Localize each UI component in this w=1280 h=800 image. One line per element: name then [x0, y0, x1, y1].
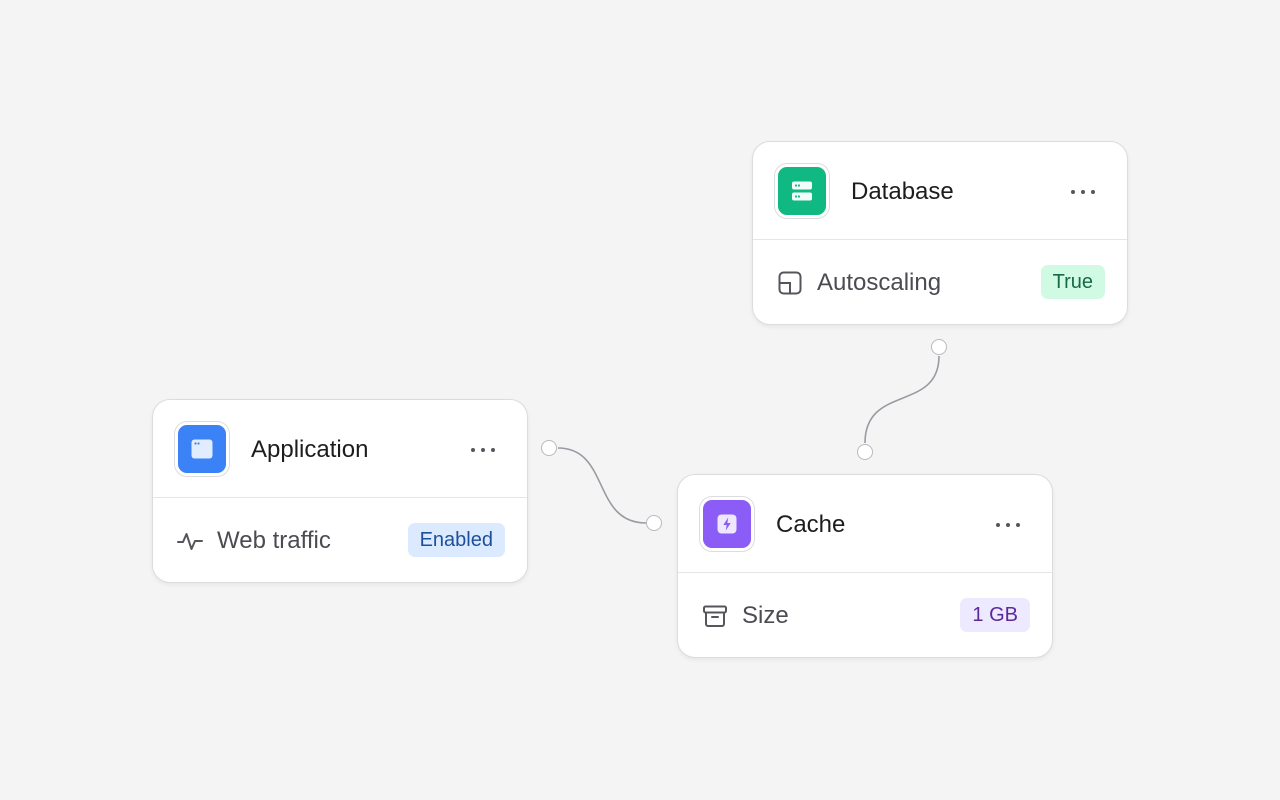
- application-source-handle[interactable]: [541, 440, 557, 456]
- edge-database-cache[interactable]: [864, 355, 940, 444]
- cache-top-handle[interactable]: [857, 444, 873, 460]
- cache-target-handle[interactable]: [646, 515, 662, 531]
- node-header: Database: [753, 142, 1127, 240]
- more-horizontal-icon[interactable]: [992, 511, 1024, 539]
- edge-application-cache[interactable]: [557, 447, 647, 524]
- node-title: Cache: [776, 511, 846, 538]
- scale-icon: [778, 271, 802, 295]
- node-property: Autoscaling True: [753, 240, 1127, 324]
- property-label: Web traffic: [217, 527, 331, 554]
- node-property: Web traffic Enabled: [153, 498, 527, 582]
- flow-canvas[interactable]: Database Autoscaling True Application We…: [0, 0, 1280, 800]
- activity-pulse-icon: [177, 533, 203, 550]
- database-source-handle[interactable]: [931, 339, 947, 355]
- node-header: Cache: [678, 475, 1052, 573]
- status-badge: True: [1040, 265, 1105, 299]
- node-title: Application: [251, 436, 369, 463]
- server-icon: [775, 164, 829, 218]
- status-badge: Enabled: [407, 523, 505, 557]
- lightning-bolt-icon: [700, 497, 754, 551]
- browser-window-icon: [175, 422, 229, 476]
- archive-box-icon: [703, 605, 727, 627]
- status-badge: 1 GB: [960, 598, 1030, 632]
- node-property: Size 1 GB: [678, 573, 1052, 657]
- node-application[interactable]: Application Web traffic Enabled: [152, 399, 528, 583]
- more-horizontal-icon[interactable]: [467, 436, 499, 464]
- node-database[interactable]: Database Autoscaling True: [752, 141, 1128, 325]
- node-header: Application: [153, 400, 527, 498]
- property-label: Size: [742, 602, 789, 629]
- more-horizontal-icon[interactable]: [1067, 178, 1099, 206]
- property-label: Autoscaling: [817, 269, 942, 296]
- node-cache[interactable]: Cache Size 1 GB: [677, 474, 1053, 658]
- node-title: Database: [851, 178, 954, 205]
